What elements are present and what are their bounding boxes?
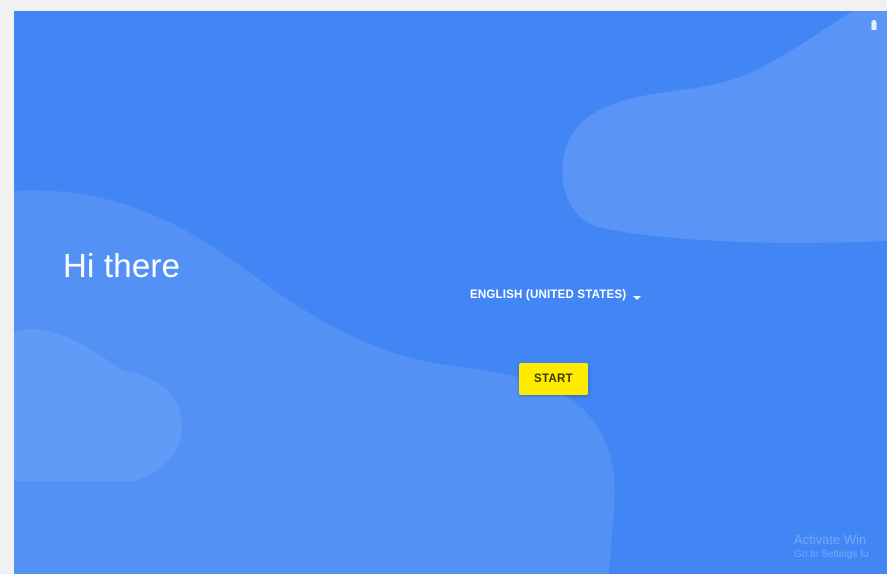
- emulator-frame: Hi there ENGLISH (UNITED STATES) START A…: [0, 0, 887, 574]
- dropdown-caret-icon: [632, 292, 642, 300]
- setup-welcome-screen: Hi there ENGLISH (UNITED STATES) START A…: [14, 11, 887, 574]
- background-waves: [14, 11, 887, 574]
- watermark-subtitle: Go to Settings to: [794, 549, 869, 560]
- battery-icon: [871, 17, 877, 30]
- activate-windows-watermark: Activate Win Go to Settings to: [794, 532, 869, 560]
- language-label: ENGLISH (UNITED STATES): [470, 289, 627, 301]
- greeting-title: Hi there: [63, 247, 181, 284]
- start-button[interactable]: START: [519, 363, 588, 395]
- language-dropdown[interactable]: ENGLISH (UNITED STATES): [470, 289, 642, 301]
- top-right-wave: [562, 11, 887, 243]
- watermark-title: Activate Win: [794, 532, 867, 547]
